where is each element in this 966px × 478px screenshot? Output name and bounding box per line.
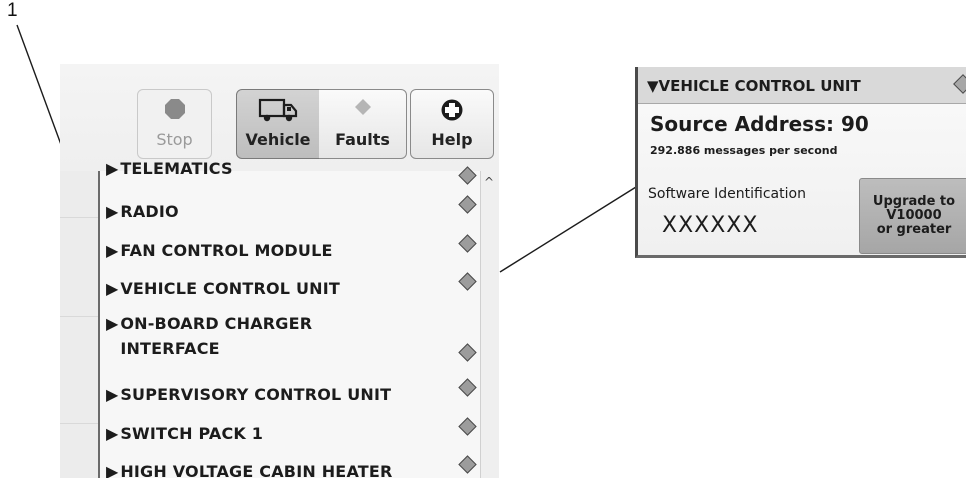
diamond-icon — [354, 99, 371, 115]
status-diamond-icon — [458, 272, 477, 291]
upgrade-button[interactable]: Upgrade to V10000 or greater — [859, 178, 966, 254]
list-item-on-board-charger-interface[interactable]: ▶ ON-BOARD CHARGER INTERFACE — [106, 311, 477, 371]
list-item-label: SUPERVISORY CONTROL UNIT — [120, 384, 392, 404]
stop-octagon-icon — [164, 99, 185, 119]
panel-header[interactable]: ▼VEHICLE CONTROL UNIT — [638, 67, 966, 104]
list-item-label: HIGH VOLTAGE CABIN HEATER — [120, 461, 393, 478]
panel-title-text: VEHICLE CONTROL UNIT — [658, 77, 861, 95]
scrollbar[interactable]: ^ — [480, 171, 499, 478]
list-item-label-line1: ON-BOARD CHARGER — [120, 314, 313, 333]
panel-title: ▼VEHICLE CONTROL UNIT — [647, 77, 861, 95]
scroll-up-icon[interactable]: ^ — [484, 175, 494, 189]
list-item-label: SWITCH PACK 1 — [120, 423, 264, 443]
software-identification-value: XXXXXX — [662, 213, 759, 238]
faults-label: Faults — [335, 130, 390, 149]
list-item-supervisory-control-unit[interactable]: ▶ SUPERVISORY CONTROL UNIT — [106, 376, 477, 412]
list-item-label: ON-BOARD CHARGER INTERFACE — [120, 311, 312, 361]
vehicle-button[interactable]: Vehicle — [236, 89, 320, 159]
cross-circle-icon — [441, 99, 463, 121]
list-item-switch-pack-1[interactable]: ▶ SWITCH PACK 1 — [106, 415, 477, 451]
faults-button[interactable]: Faults — [319, 89, 407, 159]
stop-label: Stop — [156, 130, 193, 149]
module-detail-panel: ▼VEHICLE CONTROL UNIT Source Address: 90… — [635, 67, 966, 258]
list-item-label-line2: INTERFACE — [120, 339, 220, 358]
upgrade-line2: V10000 — [886, 208, 942, 223]
truck-icon — [258, 98, 298, 122]
device-screen: Stop Vehicle Faults Help ▶ TELEMATICS ▶ … — [60, 64, 499, 478]
list-item-high-voltage-cabin-heater[interactable]: ▶ HIGH VOLTAGE CABIN HEATER — [106, 453, 477, 478]
help-label: Help — [431, 130, 473, 149]
message-rate: 292.886 messages per second — [650, 144, 838, 157]
list-item-telematics[interactable]: ▶ TELEMATICS — [106, 150, 477, 186]
list-item-radio[interactable]: ▶ RADIO — [106, 193, 477, 229]
stop-button[interactable]: Stop — [137, 89, 212, 159]
status-diamond-icon — [458, 417, 477, 436]
expand-arrow-icon: ▶ — [106, 461, 119, 478]
expand-arrow-icon: ▶ — [106, 201, 119, 221]
vehicle-label: Vehicle — [245, 130, 311, 149]
status-diamond-icon — [458, 195, 477, 214]
list-item-label: TELEMATICS — [120, 158, 233, 178]
status-diamond-icon — [458, 455, 477, 474]
left-strip — [60, 171, 100, 478]
list-item-label: FAN CONTROL MODULE — [120, 240, 333, 260]
expand-arrow-icon: ▶ — [106, 240, 119, 260]
status-diamond-icon — [458, 378, 477, 397]
help-button[interactable]: Help — [410, 89, 494, 159]
list-item-fan-control-module[interactable]: ▶ FAN CONTROL MODULE — [106, 232, 477, 268]
list-item-label: VEHICLE CONTROL UNIT — [120, 278, 340, 298]
status-diamond-icon — [953, 74, 966, 94]
upgrade-line1: Upgrade to — [872, 194, 956, 209]
source-address: Source Address: 90 — [650, 112, 869, 136]
status-diamond-icon — [458, 234, 477, 253]
software-identification-label: Software Identification — [648, 186, 806, 202]
expand-arrow-icon: ▶ — [106, 384, 119, 404]
status-diamond-icon — [458, 343, 477, 362]
expand-arrow-icon: ▶ — [106, 158, 119, 178]
list-item-vehicle-control-unit[interactable]: ▶ VEHICLE CONTROL UNIT — [106, 270, 477, 306]
expand-arrow-icon: ▶ — [106, 314, 119, 333]
upgrade-line3: or greater — [876, 222, 952, 237]
module-list: ▶ TELEMATICS ▶ RADIO ▶ FAN CONTROL MODUL… — [100, 159, 480, 478]
expand-arrow-icon: ▶ — [106, 278, 119, 298]
expand-arrow-icon: ▶ — [106, 423, 119, 443]
list-item-label: RADIO — [120, 201, 179, 221]
